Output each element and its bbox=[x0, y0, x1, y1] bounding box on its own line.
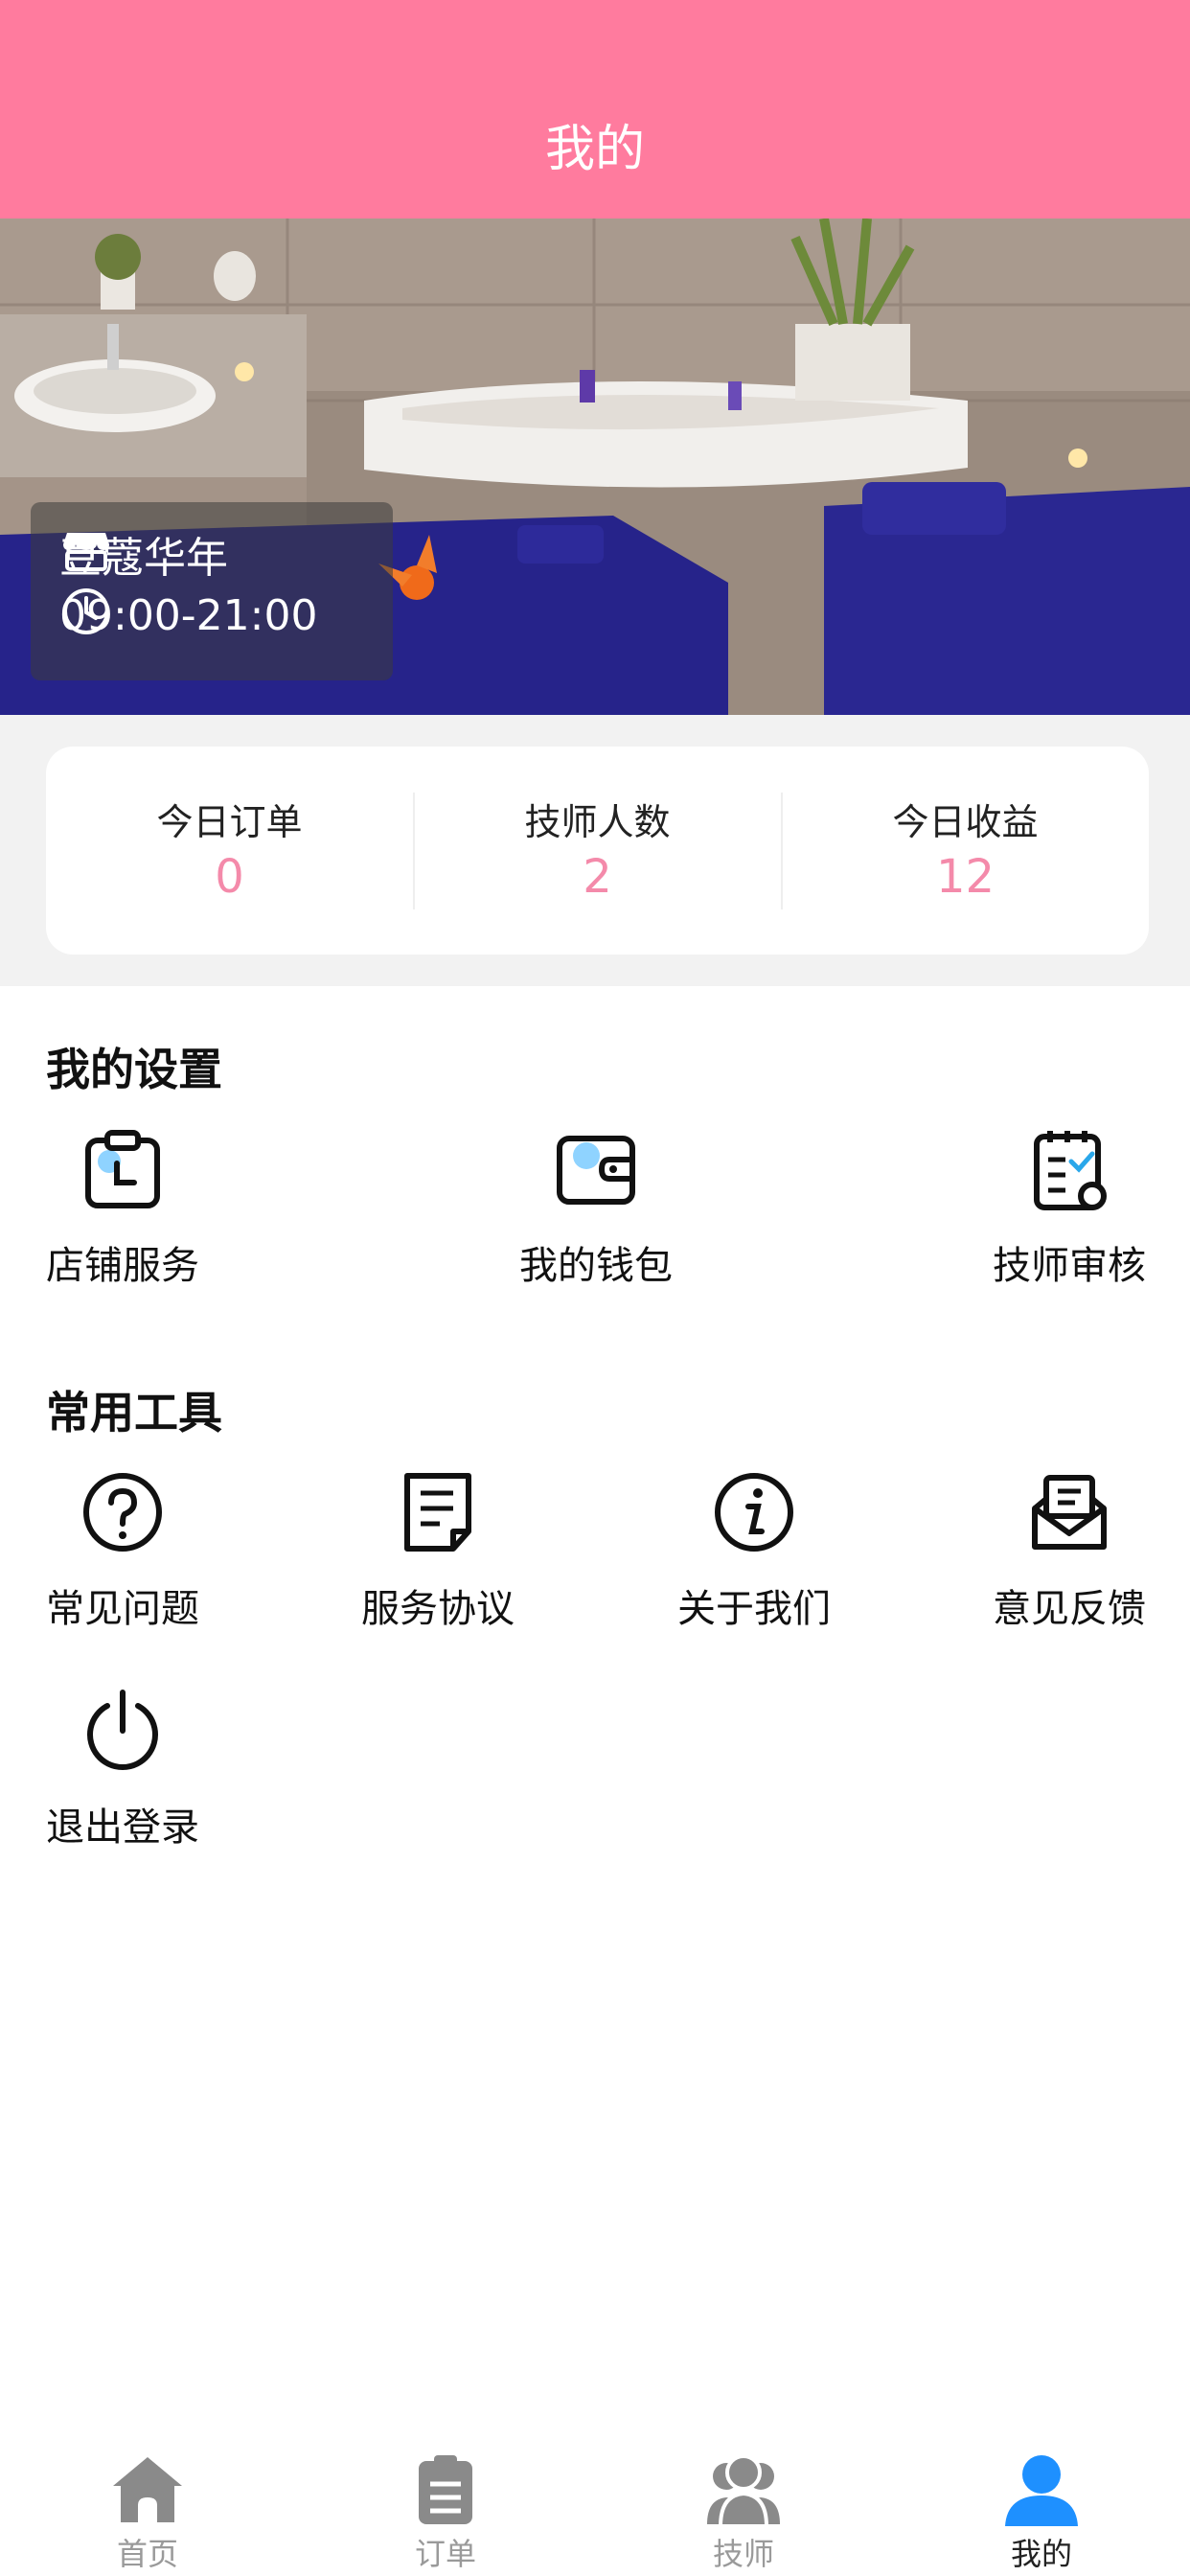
clock-icon bbox=[63, 588, 109, 634]
checklist-icon bbox=[1034, 1131, 1107, 1210]
menu-item-label: 常见问题 bbox=[46, 1587, 199, 1631]
menu-item-about-us[interactable]: 关于我们 bbox=[639, 1470, 869, 1633]
top-nav-bar: 我的 bbox=[0, 0, 1190, 218]
tab-mine[interactable]: 我的 bbox=[946, 2434, 1137, 2576]
orders-icon bbox=[419, 2455, 472, 2524]
document-icon bbox=[404, 1473, 471, 1552]
tab-orders[interactable]: 订单 bbox=[350, 2434, 541, 2576]
tab-label: 技师 bbox=[712, 2536, 774, 2572]
menu-item-label: 店铺服务 bbox=[46, 1244, 199, 1288]
menu-item-label: 意见反馈 bbox=[993, 1587, 1146, 1631]
wallet-icon bbox=[557, 1136, 635, 1205]
stat-today-earnings[interactable]: 今日收益 12 bbox=[782, 747, 1149, 954]
section-title-tools: 常用工具 bbox=[46, 1387, 222, 1438]
section-title-settings: 我的设置 bbox=[46, 1044, 222, 1095]
menu-item-my-wallet[interactable]: 我的钱包 bbox=[481, 1127, 711, 1290]
stat-value: 12 bbox=[935, 850, 995, 904]
menu-item-label: 关于我们 bbox=[677, 1587, 831, 1631]
power-icon bbox=[87, 1690, 158, 1770]
menu-item-faq[interactable]: 常见问题 bbox=[8, 1470, 238, 1633]
menu-item-label: 服务协议 bbox=[361, 1587, 515, 1631]
menu-item-label: 退出登录 bbox=[46, 1806, 199, 1850]
page-title: 我的 bbox=[544, 121, 645, 178]
stat-value: 2 bbox=[583, 850, 612, 904]
menu-item-service-agreement[interactable]: 服务协议 bbox=[323, 1470, 553, 1633]
tab-label: 订单 bbox=[414, 2536, 476, 2572]
tab-label: 我的 bbox=[1010, 2536, 1072, 2572]
shop-banner: 豆蔻华年 09:00-21:00 bbox=[0, 218, 1190, 715]
stat-label: 今日收益 bbox=[892, 801, 1039, 843]
tab-home[interactable]: 首页 bbox=[52, 2434, 243, 2576]
question-icon bbox=[83, 1473, 162, 1552]
shop-info-card: 豆蔻华年 09:00-21:00 bbox=[31, 502, 393, 680]
user-icon bbox=[1005, 2455, 1078, 2526]
feedback-envelope-icon bbox=[1032, 1475, 1107, 1550]
menu-item-shop-service[interactable]: 店铺服务 bbox=[8, 1127, 238, 1290]
stat-today-orders[interactable]: 今日订单 0 bbox=[46, 747, 413, 954]
stat-label: 今日订单 bbox=[156, 801, 303, 843]
menu-item-logout[interactable]: 退出登录 bbox=[8, 1689, 238, 1852]
home-icon bbox=[113, 2457, 182, 2522]
tab-technicians[interactable]: 技师 bbox=[648, 2434, 839, 2576]
store-icon bbox=[63, 533, 109, 571]
bottom-tab-bar: 首页 订单 技师 我的 bbox=[0, 2434, 1190, 2576]
menu-item-label: 技师审核 bbox=[993, 1244, 1146, 1288]
stat-label: 技师人数 bbox=[524, 801, 671, 843]
stats-card: 今日订单 0 技师人数 2 今日收益 12 bbox=[46, 747, 1149, 954]
menu-item-feedback[interactable]: 意见反馈 bbox=[954, 1470, 1184, 1633]
technicians-icon bbox=[707, 2454, 780, 2528]
tab-label: 首页 bbox=[116, 2536, 178, 2572]
clipboard-clock-icon bbox=[85, 1130, 160, 1208]
stat-value: 0 bbox=[215, 850, 244, 904]
stat-technician-count[interactable]: 技师人数 2 bbox=[414, 747, 781, 954]
info-icon bbox=[715, 1473, 793, 1552]
menu-item-label: 我的钱包 bbox=[519, 1244, 673, 1288]
menu-item-technician-review[interactable]: 技师审核 bbox=[954, 1127, 1184, 1290]
